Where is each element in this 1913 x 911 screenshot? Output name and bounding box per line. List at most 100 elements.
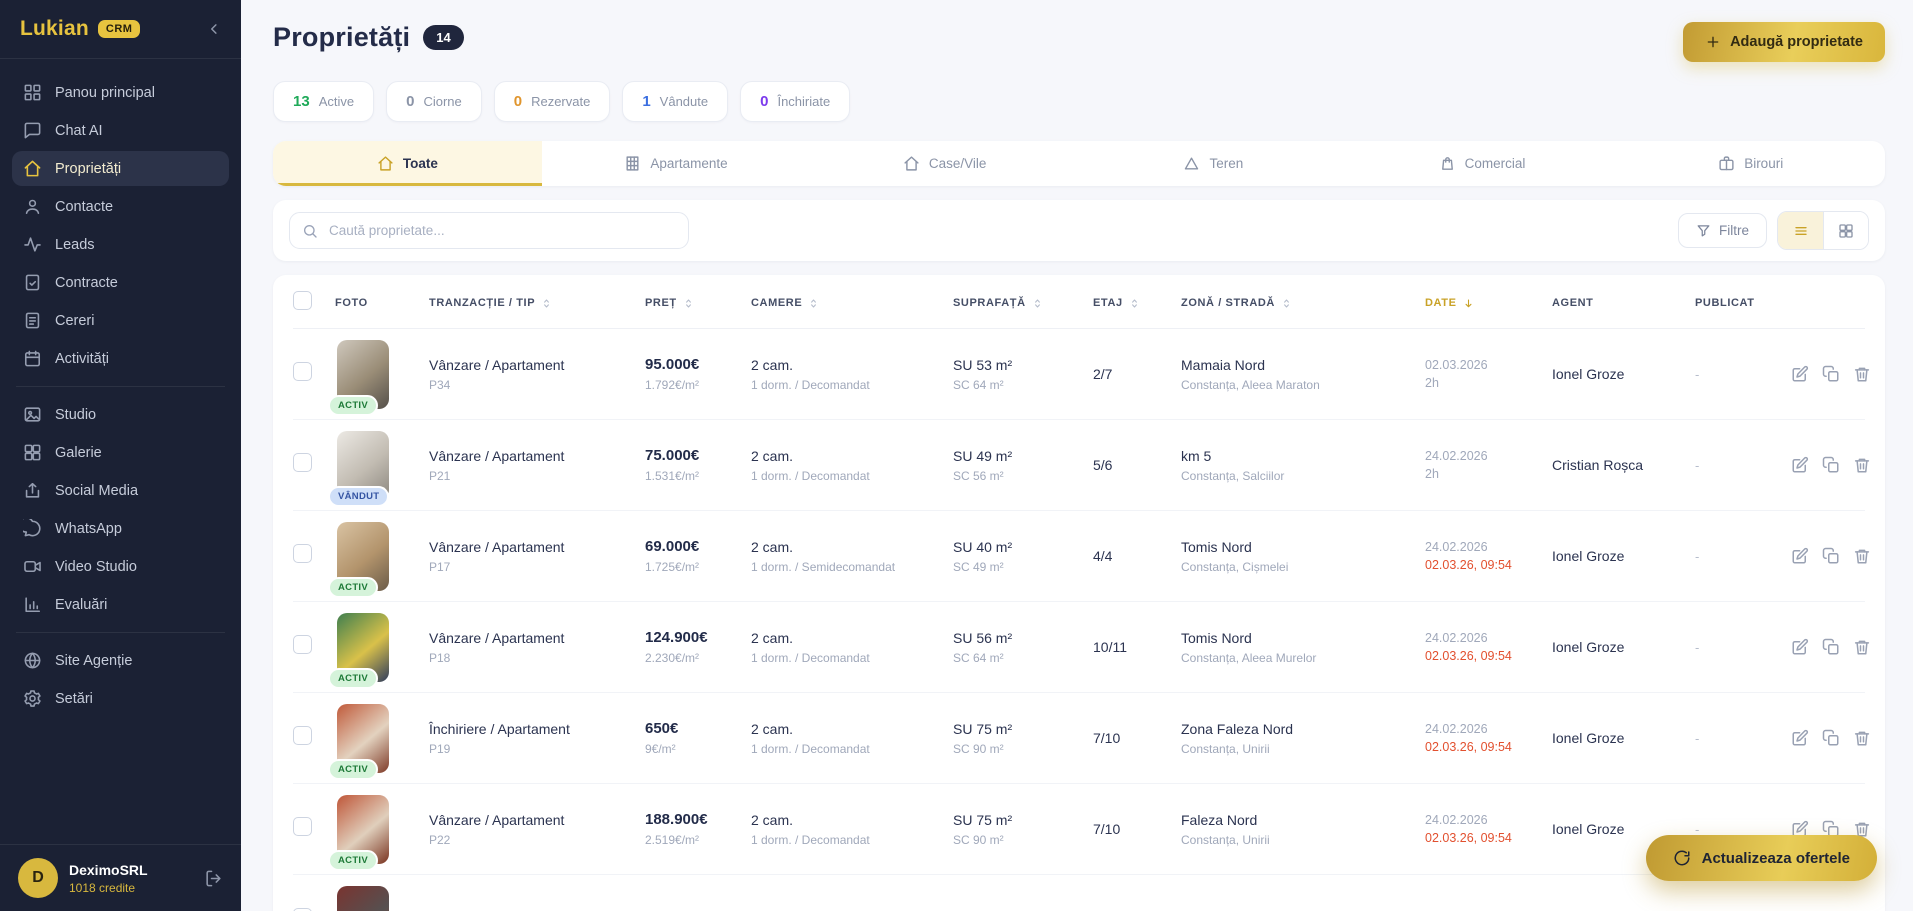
date-added: 24.02.2026 [1425, 813, 1552, 827]
stat-chip-vandute[interactable]: 1 Vândute [622, 81, 728, 122]
delete-icon[interactable] [1853, 729, 1871, 747]
column-header-date[interactable]: DATE [1425, 297, 1552, 310]
list-view-button[interactable] [1778, 212, 1823, 249]
rooms: 2 cam. [751, 630, 953, 646]
edit-icon[interactable] [1791, 638, 1809, 656]
message-icon [23, 519, 42, 538]
sidebar-item-leads[interactable]: Leads [12, 227, 229, 262]
column-header-zona[interactable]: ZONĂ / STRADĂ [1181, 297, 1425, 310]
sidebar-item-social-media[interactable]: Social Media [12, 473, 229, 508]
status-badge: ACTIV [328, 577, 378, 598]
edit-icon[interactable] [1791, 365, 1809, 383]
select-all-checkbox[interactable] [293, 291, 312, 310]
tab-birouri[interactable]: Birouri [1616, 141, 1885, 186]
stat-chip-ciorne[interactable]: 0 Ciorne [386, 81, 482, 122]
sidebar-item-contacte[interactable]: Contacte [12, 189, 229, 224]
view-toggle [1777, 211, 1869, 250]
stat-chip-rezervate[interactable]: 0 Rezervate [494, 81, 611, 122]
transaction-type[interactable]: Închiriere / Apartament [429, 721, 645, 737]
row-checkbox[interactable] [293, 544, 312, 563]
sidebar-footer[interactable]: D DeximoSRL 1018 credite [0, 844, 241, 911]
row-checkbox[interactable] [293, 453, 312, 472]
row-checkbox[interactable] [293, 817, 312, 836]
sidebar-item-panou-principal[interactable]: Panou principal [12, 75, 229, 110]
sidebar-item-whatsapp[interactable]: WhatsApp [12, 511, 229, 546]
table-row: ACTIV Închiriere / Apartament P19 650€ 9… [293, 693, 1865, 784]
column-header-foto[interactable]: FOTO [335, 297, 429, 309]
row-checkbox[interactable] [293, 726, 312, 745]
sidebar-item-video-studio[interactable]: Video Studio [12, 549, 229, 584]
row-checkbox[interactable] [293, 362, 312, 381]
delete-icon[interactable] [1853, 547, 1871, 565]
property-photo[interactable]: ACTIV [337, 340, 389, 409]
sidebar-item-activitati[interactable]: Activități [12, 341, 229, 376]
transaction-type[interactable]: Vânzare / Apartament [429, 357, 645, 373]
sidebar-item-setari[interactable]: Setări [12, 681, 229, 716]
column-header-etaj[interactable]: ETAJ [1093, 297, 1181, 310]
date-updated: 02.03.26, 09:54 [1425, 831, 1552, 845]
date-added: 02.03.2026 [1425, 358, 1552, 372]
edit-icon[interactable] [1791, 547, 1809, 565]
sidebar-item-contracte[interactable]: Contracte [12, 265, 229, 300]
tab-toate[interactable]: Toate [273, 141, 542, 186]
stat-chip-inchiriate[interactable]: 0 Închiriate [740, 81, 850, 122]
transaction-type[interactable]: Vânzare / Apartament [429, 448, 645, 464]
floor: 7/10 [1093, 730, 1181, 746]
tab-teren[interactable]: Teren [1079, 141, 1348, 186]
date-updated: 02.03.26, 09:54 [1425, 740, 1552, 754]
property-photo[interactable] [337, 886, 389, 911]
sidebar-item-evaluari[interactable]: Evaluări [12, 587, 229, 622]
column-header-trans[interactable]: TRANZACȚIE / TIP [429, 297, 645, 310]
property-photo[interactable]: ACTIV [337, 704, 389, 773]
sort-icon [1280, 297, 1293, 310]
column-header-publicat[interactable]: PUBLICAT [1695, 297, 1791, 309]
duplicate-icon[interactable] [1822, 729, 1840, 747]
duplicate-icon[interactable] [1822, 547, 1840, 565]
update-offers-button[interactable]: Actualizeaza ofertele [1646, 835, 1877, 881]
filter-button[interactable]: Filtre [1678, 213, 1767, 248]
add-property-button[interactable]: Adaugă proprietate [1683, 22, 1885, 62]
property-photo[interactable]: ACTIV [337, 522, 389, 591]
search-input[interactable] [289, 212, 689, 249]
duplicate-icon[interactable] [1822, 456, 1840, 474]
edit-icon[interactable] [1791, 729, 1809, 747]
stat-label: Închiriate [777, 94, 830, 109]
tab-comercial[interactable]: Comercial [1348, 141, 1617, 186]
stat-chip-active[interactable]: 13 Active [273, 81, 374, 122]
property-photo[interactable]: ACTIV [337, 613, 389, 682]
logout-icon[interactable] [204, 869, 223, 888]
column-header-suprafata[interactable]: SUPRAFAȚĂ [953, 297, 1093, 310]
tab-apartamente[interactable]: Apartamente [542, 141, 811, 186]
zone: Tomis Nord [1181, 539, 1425, 555]
delete-icon[interactable] [1853, 456, 1871, 474]
sidebar-item-proprietati[interactable]: Proprietăți [12, 151, 229, 186]
collapse-sidebar-icon[interactable] [205, 20, 223, 38]
delete-icon[interactable] [1853, 365, 1871, 383]
duplicate-icon[interactable] [1822, 365, 1840, 383]
sidebar-item-cereri[interactable]: Cereri [12, 303, 229, 338]
duplicate-icon[interactable] [1822, 638, 1840, 656]
property-photo[interactable]: ACTIV [337, 795, 389, 864]
status-badge: VÂNDUT [328, 486, 389, 507]
edit-icon[interactable] [1791, 456, 1809, 474]
row-checkbox[interactable] [293, 635, 312, 654]
triangle-icon [1183, 155, 1200, 172]
sidebar-item-site-agentie[interactable]: Site Agenție [12, 643, 229, 678]
delete-icon[interactable] [1853, 638, 1871, 656]
sort-icon [1462, 297, 1475, 310]
sidebar-item-studio[interactable]: Studio [12, 397, 229, 432]
property-code: P22 [429, 833, 645, 847]
column-header-camere[interactable]: CAMERE [751, 297, 953, 310]
grid-view-button[interactable] [1823, 212, 1868, 249]
transaction-type[interactable]: Vânzare / Apartament [429, 539, 645, 555]
sidebar-item-chat-ai[interactable]: Chat AI [12, 113, 229, 148]
property-photo[interactable]: VÂNDUT [337, 431, 389, 500]
tab-case-vile[interactable]: Case/Vile [810, 141, 1079, 186]
column-header-agent[interactable]: AGENT [1552, 297, 1695, 309]
transaction-type[interactable]: Vânzare / Apartament [429, 812, 645, 828]
transaction-type[interactable]: Vânzare / Apartament [429, 630, 645, 646]
brand-badge: CRM [98, 20, 141, 38]
date-added: 24.02.2026 [1425, 722, 1552, 736]
column-header-pret[interactable]: PREȚ [645, 297, 751, 310]
sidebar-item-galerie[interactable]: Galerie [12, 435, 229, 470]
